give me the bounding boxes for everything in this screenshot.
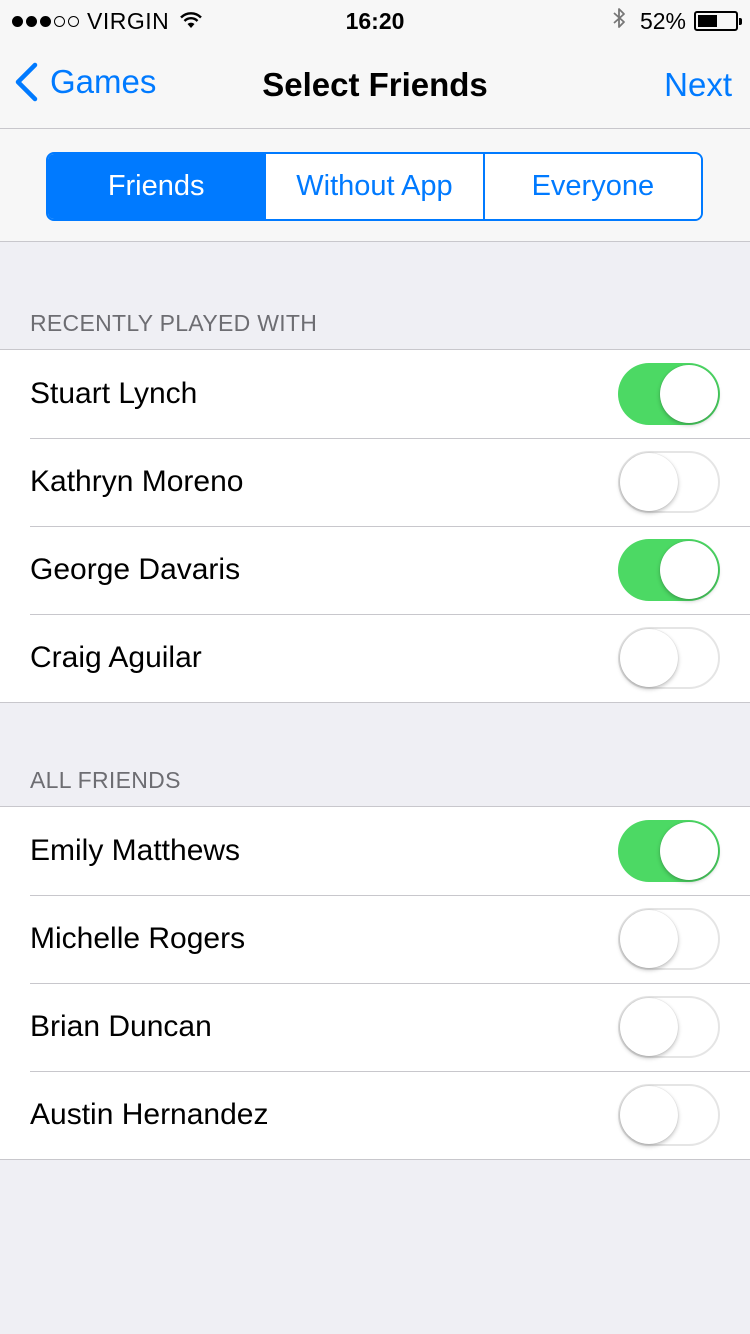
- friend-name: Brian Duncan: [30, 1010, 212, 1043]
- friend-row: George Davaris: [0, 526, 750, 614]
- friend-row: Emily Matthews: [0, 807, 750, 895]
- toggle-knob: [620, 629, 678, 687]
- segment-bar: Friends Without App Everyone: [0, 128, 750, 242]
- friend-row: Stuart Lynch: [0, 350, 750, 438]
- navigation-bar: Games Select Friends Next: [0, 42, 750, 128]
- battery-percentage: 52%: [639, 7, 686, 34]
- section-header-all-friends: ALL FRIENDS: [30, 767, 181, 793]
- segment-friends[interactable]: Friends: [48, 154, 265, 219]
- signal-dot: [40, 16, 51, 27]
- toggle-knob: [660, 822, 718, 880]
- signal-dot: [26, 16, 37, 27]
- friend-name: Austin Hernandez: [30, 1098, 269, 1131]
- signal-strength-icon: [12, 16, 79, 27]
- back-button[interactable]: Games: [14, 62, 156, 102]
- friend-toggle[interactable]: [618, 627, 720, 689]
- friend-toggle[interactable]: [618, 1084, 720, 1146]
- friend-name: Michelle Rogers: [30, 922, 246, 955]
- battery-fill: [698, 15, 717, 27]
- next-button[interactable]: Next: [664, 66, 732, 104]
- friend-row: Craig Aguilar: [0, 614, 750, 702]
- friend-row: Michelle Rogers: [0, 895, 750, 983]
- friend-toggle[interactable]: [618, 451, 720, 513]
- back-button-label: Games: [50, 63, 157, 100]
- segment-without-app[interactable]: Without App: [264, 154, 483, 219]
- friend-toggle[interactable]: [618, 363, 720, 425]
- friend-row: Austin Hernandez: [0, 1071, 750, 1159]
- status-right: 52%: [612, 7, 742, 35]
- friend-name: Kathryn Moreno: [30, 465, 244, 498]
- recently-played-list: Stuart Lynch Kathryn Moreno George Davar…: [0, 349, 750, 703]
- toggle-knob: [660, 365, 718, 423]
- battery-tip: [739, 18, 742, 25]
- friend-name: Emily Matthews: [30, 834, 241, 867]
- friend-row: Brian Duncan: [0, 983, 750, 1071]
- signal-dot: [12, 16, 23, 27]
- friend-name: Craig Aguilar: [30, 641, 202, 674]
- segment-everyone[interactable]: Everyone: [482, 154, 701, 219]
- friend-toggle[interactable]: [618, 820, 720, 882]
- section-header-recently-played: RECENTLY PLAYED WITH: [30, 310, 318, 336]
- friend-toggle[interactable]: [618, 996, 720, 1058]
- wifi-icon: [179, 8, 203, 35]
- toggle-knob: [620, 453, 678, 511]
- status-bar: VIRGIN 16:20 52%: [0, 0, 750, 42]
- chevron-left-icon: [15, 62, 38, 102]
- friend-name: Stuart Lynch: [30, 377, 198, 410]
- toggle-knob: [660, 541, 718, 599]
- signal-dot: [54, 16, 65, 27]
- friend-toggle[interactable]: [618, 539, 720, 601]
- signal-dot: [68, 16, 79, 27]
- friend-row: Kathryn Moreno: [0, 438, 750, 526]
- status-left: VIRGIN: [12, 8, 203, 35]
- friend-toggle[interactable]: [618, 908, 720, 970]
- toggle-knob: [620, 1086, 678, 1144]
- battery-icon: [694, 11, 742, 31]
- all-friends-list: Emily Matthews Michelle Rogers Brian Dun…: [0, 806, 750, 1160]
- carrier-name: VIRGIN: [87, 8, 170, 34]
- toggle-knob: [620, 998, 678, 1056]
- bluetooth-icon: [612, 7, 626, 35]
- segmented-control: Friends Without App Everyone: [46, 152, 703, 221]
- friend-name: George Davaris: [30, 553, 241, 586]
- toggle-knob: [620, 910, 678, 968]
